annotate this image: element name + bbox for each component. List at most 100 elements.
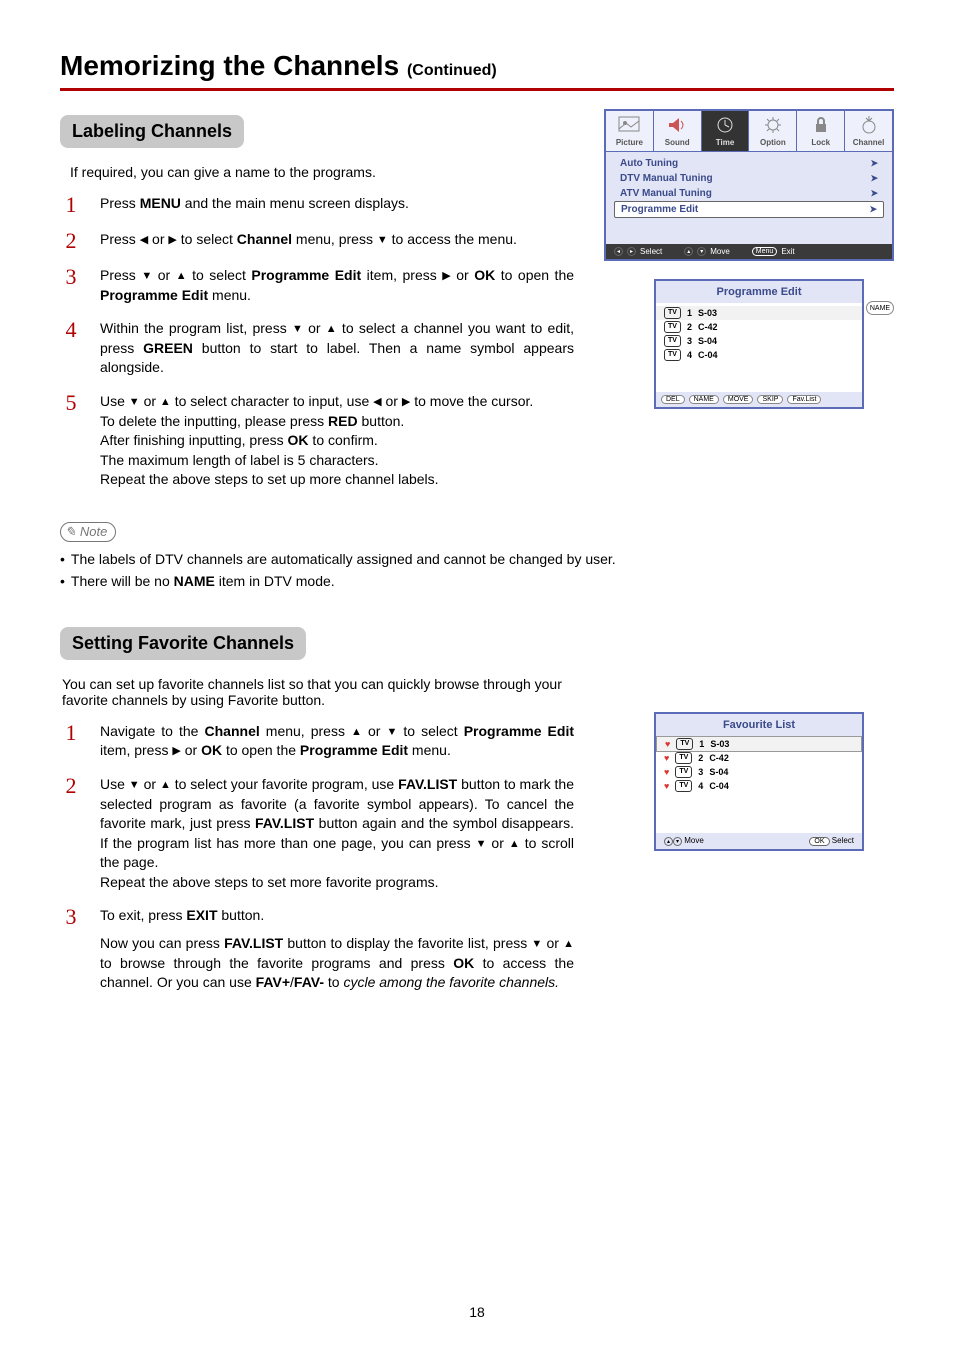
t: Navigate to the xyxy=(100,723,205,739)
right-arrow-icon: ▶ xyxy=(168,233,176,248)
pe-row[interactable]: TV1S-03 xyxy=(656,306,862,320)
step-1: 1 Press MENU and the main menu screen di… xyxy=(60,194,574,216)
pe-skip-button[interactable]: SKIP xyxy=(757,395,783,404)
osd-tab-picture[interactable]: Picture xyxy=(606,111,654,151)
pe-ch: C-42 xyxy=(698,322,718,332)
pe-move-button[interactable]: MOVE xyxy=(723,395,754,404)
fav-row[interactable]: ♥TV1S-03 xyxy=(656,736,862,752)
t: There will be no xyxy=(71,573,174,589)
osd-tab-channel[interactable]: Channel xyxy=(845,111,892,151)
step-number: 3 xyxy=(60,266,82,305)
t: to open the xyxy=(222,742,300,758)
italic-cycle: cycle among the favorite channels. xyxy=(343,974,559,990)
pe-num: 2 xyxy=(687,322,692,332)
pe-name-button[interactable]: NAME xyxy=(689,395,719,404)
t: to select xyxy=(177,231,237,247)
t: to open the xyxy=(495,267,574,283)
t: Use xyxy=(100,776,129,792)
pe-row[interactable]: TV3S-04 xyxy=(656,334,862,348)
pe-row[interactable]: TV4C-04 xyxy=(656,348,862,362)
fav-row[interactable]: ♥TV2C-42 xyxy=(656,751,862,765)
bold-channel: Channel xyxy=(237,231,292,247)
title-rule xyxy=(60,88,894,91)
note-label: Note xyxy=(80,524,107,539)
t: menu. xyxy=(208,287,251,303)
bold-programme-edit: Programme Edit xyxy=(100,287,208,303)
heart-icon: ♥ xyxy=(665,739,670,749)
t: to select xyxy=(397,723,463,739)
pe-del-button[interactable]: DEL xyxy=(661,395,685,404)
footer-move: Move xyxy=(710,247,730,256)
step-number: 3 xyxy=(60,906,82,992)
nav-down-icon: ▾ xyxy=(673,837,682,846)
osd-tab-option[interactable]: Option xyxy=(749,111,797,151)
item-label: ATV Manual Tuning xyxy=(620,188,712,199)
tab-label: Lock xyxy=(811,138,830,147)
t: menu, press xyxy=(292,231,377,247)
item-label: Auto Tuning xyxy=(620,158,678,169)
step-5: 5 Use ▼ or ▲ to select character to inpu… xyxy=(60,392,574,490)
t: button. xyxy=(218,907,265,923)
fav-ch: S-04 xyxy=(709,767,728,777)
item-label: Programme Edit xyxy=(621,204,698,215)
bold-ok: OK xyxy=(453,955,474,971)
down-arrow-icon: ▼ xyxy=(292,322,303,337)
note-item: There will be no NAME item in DTV mode. xyxy=(60,570,894,592)
fav-row[interactable]: ♥TV3S-04 xyxy=(656,765,862,779)
osd-item-programme-edit[interactable]: Programme Edit ➤ xyxy=(614,201,884,218)
picture-icon xyxy=(616,115,642,135)
t: or xyxy=(486,835,508,851)
title-text: Memorizing the Channels xyxy=(60,50,399,81)
fav-footer: ▴▾ Move OK Select xyxy=(656,833,862,849)
pe-row[interactable]: TV2C-42 xyxy=(656,320,862,334)
osd-item-dtv-manual[interactable]: DTV Manual Tuning➤ xyxy=(614,171,884,186)
osd-body: Auto Tuning ➤ DTV Manual Tuning➤ ATV Manu… xyxy=(606,152,892,244)
pe-ch: S-03 xyxy=(698,308,717,318)
osd-item-atv-manual[interactable]: ATV Manual Tuning➤ xyxy=(614,186,884,201)
t: or xyxy=(152,267,175,283)
lock-icon xyxy=(808,115,834,135)
down-arrow-icon: ▼ xyxy=(531,937,542,952)
bold-ok: OK xyxy=(288,432,309,448)
t: button. xyxy=(358,413,405,429)
down-arrow-icon: ▼ xyxy=(377,233,388,248)
bold-exit: EXIT xyxy=(186,907,217,923)
t: to xyxy=(324,974,343,990)
step-body: Navigate to the Channel menu, press ▲ or… xyxy=(100,722,574,761)
osd-tab-time[interactable]: Time xyxy=(702,111,750,151)
channel-icon xyxy=(856,115,882,135)
step-4: 4 Within the program list, press ▼ or ▲ … xyxy=(60,319,574,378)
footer-menu: Menu xyxy=(752,247,778,256)
fav-row[interactable]: ♥TV4C-04 xyxy=(656,779,862,793)
pe-num: 1 xyxy=(687,308,692,318)
t: to select your favorite program, use xyxy=(171,776,398,792)
t: or xyxy=(382,393,402,409)
chevron-right-icon: ➤ xyxy=(870,158,878,169)
t: to move the cursor. xyxy=(410,393,533,409)
t: To exit, press xyxy=(100,907,186,923)
tab-label: Option xyxy=(760,138,786,147)
chevron-right-icon: ➤ xyxy=(869,204,877,215)
bold-programme-edit: Programme Edit xyxy=(300,742,408,758)
down-arrow-icon: ▼ xyxy=(141,269,152,284)
pe-ch: C-04 xyxy=(698,350,718,360)
t: Use xyxy=(100,393,129,409)
note-icon: ✎ xyxy=(65,524,76,540)
note-list: The labels of DTV channels are automatic… xyxy=(60,548,894,593)
t: Within the program list, press xyxy=(100,320,292,336)
up-arrow-icon: ▲ xyxy=(160,778,171,793)
t: or xyxy=(140,393,160,409)
t: Repeat the above steps to set more favor… xyxy=(100,873,574,893)
t: or xyxy=(542,935,563,951)
nav-right-icon: ▸ xyxy=(627,247,636,256)
osd-item-auto-tuning[interactable]: Auto Tuning ➤ xyxy=(614,156,884,171)
left-arrow-icon: ◀ xyxy=(140,233,148,248)
step-number: 2 xyxy=(60,775,82,893)
osd-tab-sound[interactable]: Sound xyxy=(654,111,702,151)
osd-menu: Picture Sound Time Option Lock Channel A… xyxy=(604,109,894,261)
step-body: Press MENU and the main menu screen disp… xyxy=(100,194,574,216)
osd-tab-lock[interactable]: Lock xyxy=(797,111,845,151)
pe-favlist-button[interactable]: Fav.List xyxy=(787,395,821,404)
step-number: 1 xyxy=(60,722,82,761)
step-number: 1 xyxy=(60,194,82,216)
